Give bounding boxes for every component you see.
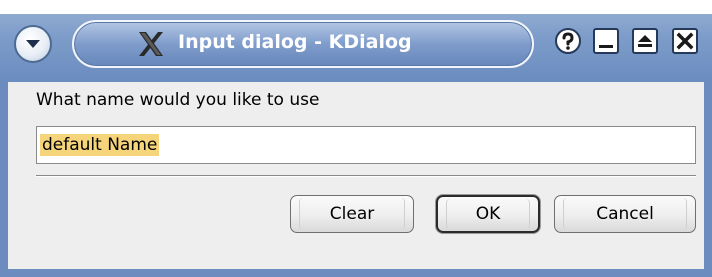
- help-icon: [555, 28, 581, 54]
- name-input-value[interactable]: default Name: [40, 134, 160, 156]
- help-button[interactable]: [553, 26, 583, 56]
- cancel-button[interactable]: Cancel: [554, 195, 696, 233]
- name-input[interactable]: default Name: [36, 126, 696, 164]
- window-title: Input dialog - KDialog: [178, 31, 412, 53]
- ok-button[interactable]: OK: [436, 195, 540, 233]
- dialog-body: What name would you like to use default …: [0, 82, 712, 277]
- kdialog-window: Input dialog - KDialog What name would y…: [0, 0, 712, 277]
- title-bar[interactable]: Input dialog - KDialog: [0, 0, 712, 82]
- close-button[interactable]: [672, 28, 698, 54]
- prompt-label: What name would you like to use: [36, 90, 320, 110]
- close-icon: [676, 32, 694, 50]
- x-logo-icon: [136, 29, 166, 59]
- title-caption: Input dialog - KDialog: [72, 20, 534, 68]
- ok-button-label: OK: [475, 204, 501, 224]
- maximize-icon: [636, 32, 654, 50]
- minimize-icon: [597, 32, 615, 50]
- maximize-button[interactable]: [632, 28, 658, 54]
- clear-button[interactable]: Clear: [290, 195, 414, 233]
- chevron-down-icon: [24, 38, 42, 50]
- cancel-button-label: Cancel: [596, 204, 654, 224]
- minimize-button[interactable]: [593, 28, 619, 54]
- clear-button-label: Clear: [329, 204, 375, 224]
- window-menu-button[interactable]: [14, 25, 52, 63]
- separator: [36, 175, 696, 177]
